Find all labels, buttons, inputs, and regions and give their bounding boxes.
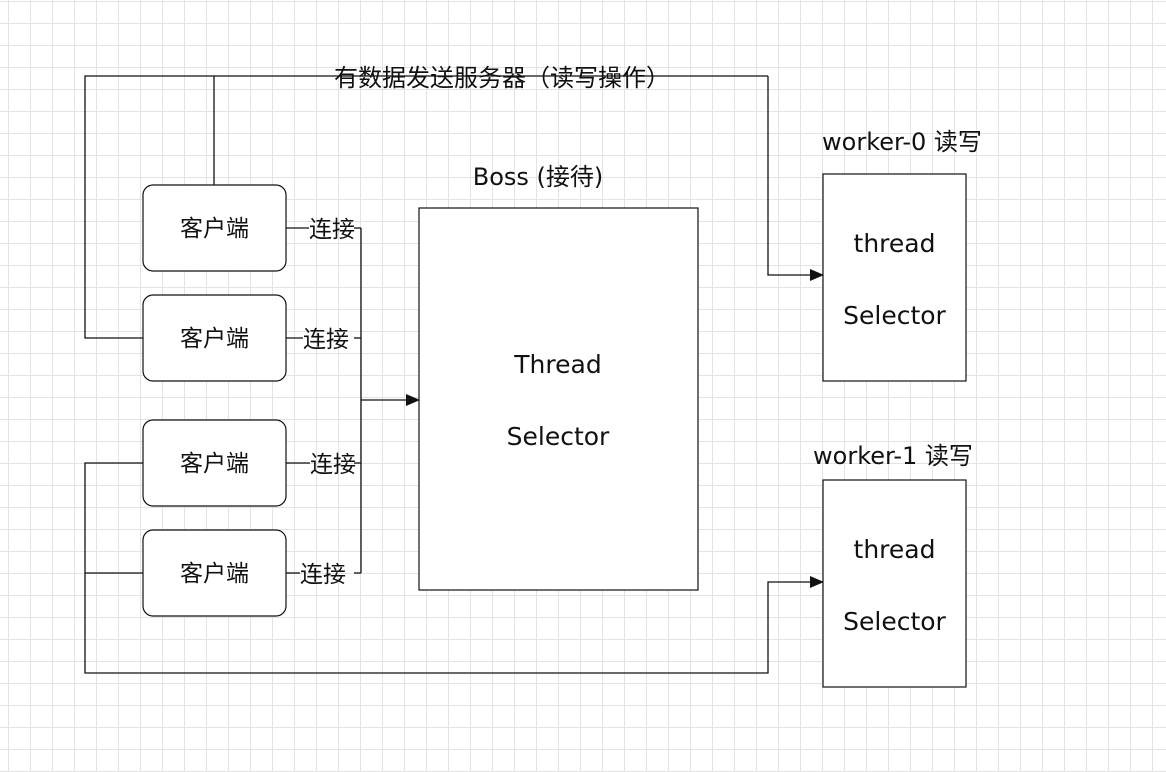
worker-0-box[interactable] xyxy=(822,173,967,382)
worker-1-title: worker-1 读写 xyxy=(813,442,973,470)
boss-selector-label: Selector xyxy=(507,422,610,451)
top-connection-label: 有数据发送服务器（读写操作） xyxy=(334,64,670,92)
boss-thread-label: Thread xyxy=(513,350,601,379)
worker-0-thread-label: thread xyxy=(854,229,936,258)
worker-1-selector-label: Selector xyxy=(843,607,946,636)
connect-label-1: 连接 xyxy=(309,217,355,243)
client-node-4[interactable]: 客户端 xyxy=(142,529,287,617)
worker-0-selector-label: Selector xyxy=(843,301,946,330)
edge-to-worker-0 xyxy=(767,76,824,281)
boss-box[interactable] xyxy=(418,207,699,591)
client-label: 客户端 xyxy=(180,326,249,352)
client-label: 客户端 xyxy=(180,216,249,242)
client-node-2[interactable]: 客户端 xyxy=(142,294,287,382)
connect-label-2: 连接 xyxy=(303,327,349,353)
client-node-1[interactable]: 客户端 xyxy=(142,184,287,272)
client-label: 客户端 xyxy=(180,561,249,587)
worker-0-title: worker-0 读写 xyxy=(822,128,982,156)
worker-1-thread-label: thread xyxy=(854,535,936,564)
architecture-diagram: 有数据发送服务器（读写操作） 客户端 客户端 客户端 客户端 连接 连接 连接 … xyxy=(84,64,982,688)
client-label: 客户端 xyxy=(180,451,249,477)
worker-1-box[interactable] xyxy=(822,479,967,688)
boss-title: Boss (接待) xyxy=(473,163,604,191)
connect-label-4: 连接 xyxy=(300,562,346,588)
boss-node[interactable]: Thread Selector xyxy=(418,207,699,591)
client-node-3[interactable]: 客户端 xyxy=(142,419,287,507)
connect-label-3: 连接 xyxy=(310,452,356,478)
worker-1-node[interactable]: thread Selector xyxy=(822,479,967,688)
worker-0-node[interactable]: thread Selector xyxy=(822,173,967,382)
